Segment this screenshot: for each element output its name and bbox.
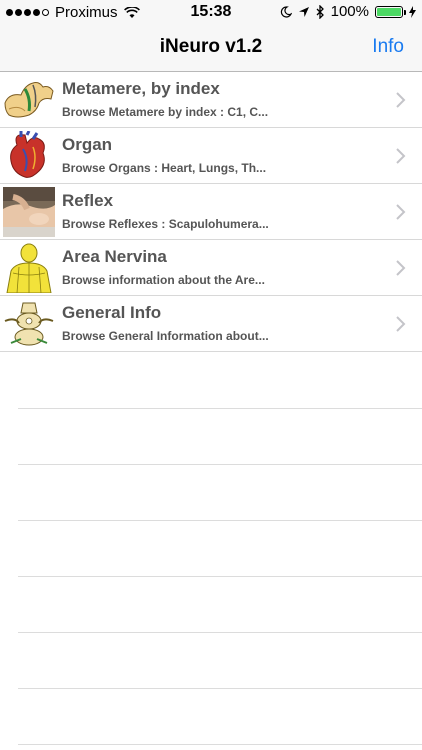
status-bar: Proximus 15:38 100%: [0, 0, 422, 24]
row-title: Area Nervina: [62, 247, 167, 266]
row-title: Metamere, by index: [62, 79, 220, 98]
row-title: Organ: [62, 135, 113, 154]
battery-percent: 100%: [330, 3, 369, 20]
empty-row-separator: [18, 408, 422, 409]
battery-icon: [375, 5, 406, 18]
menu-list: Metamere, by index Browse Metamere by in…: [0, 72, 422, 352]
body-area-icon: [3, 243, 55, 293]
chevron-right-icon: [396, 204, 406, 220]
row-title: Reflex: [62, 191, 114, 210]
empty-row-separator: [18, 520, 422, 521]
reflex-photo-icon: [3, 187, 55, 237]
empty-row-separator: [18, 744, 422, 745]
list-item-general-info[interactable]: General Info Browse General Information …: [0, 296, 422, 352]
empty-row-separator: [18, 632, 422, 633]
list-item-area-nervina[interactable]: Area Nervina Browse information about th…: [0, 240, 422, 296]
list-item-organ[interactable]: Organ Browse Organs : Heart, Lungs, Th..…: [0, 128, 422, 184]
heart-icon: [3, 131, 55, 181]
spine-segment-icon: [3, 75, 55, 125]
row-subtitle: Browse information about the Are...: [62, 273, 265, 287]
moon-icon: [280, 5, 292, 18]
navigation-bar: iNeuro v1.2 Info: [0, 24, 422, 72]
page-title: iNeuro v1.2: [159, 36, 263, 57]
info-button[interactable]: Info: [372, 36, 404, 58]
status-right: 100%: [280, 3, 416, 20]
location-arrow-icon: [298, 6, 309, 17]
chevron-right-icon: [396, 148, 406, 164]
chevron-right-icon: [396, 316, 406, 332]
list-item-metamere[interactable]: Metamere, by index Browse Metamere by in…: [0, 72, 422, 128]
row-title: General Info: [62, 303, 162, 322]
row-subtitle: Browse Metamere by index : C1, C...: [62, 105, 269, 119]
chevron-right-icon: [396, 92, 406, 108]
row-subtitle: Browse Reflexes : Scapulohumera...: [62, 217, 269, 231]
row-subtitle: Browse General Information about...: [62, 329, 269, 343]
chevron-right-icon: [396, 260, 406, 276]
list-item-reflex[interactable]: Reflex Browse Reflexes : Scapulohumera..…: [0, 184, 422, 240]
empty-row-separator: [18, 688, 422, 689]
charging-bolt-icon: [409, 5, 416, 18]
vertebra-icon: [3, 299, 55, 349]
bluetooth-icon: [316, 4, 324, 19]
empty-row-separator: [18, 576, 422, 577]
empty-row-separator: [18, 464, 422, 465]
row-subtitle: Browse Organs : Heart, Lungs, Th...: [62, 161, 267, 175]
